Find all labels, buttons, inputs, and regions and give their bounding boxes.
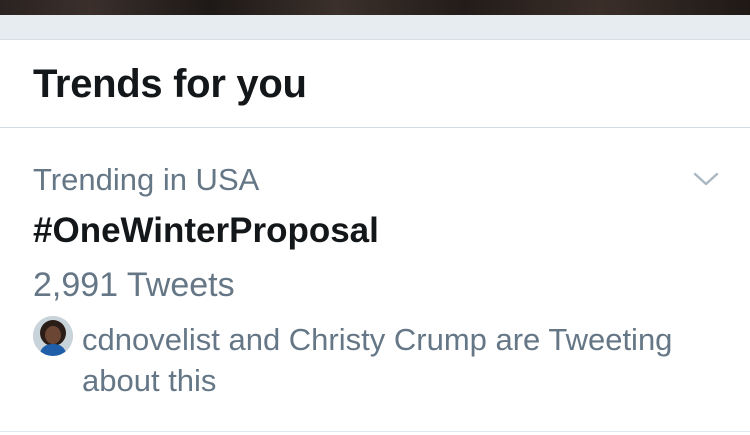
social-context: cdnovelist and Christy Crump are Tweetin…: [82, 322, 673, 398]
section-title: Trends for you: [33, 62, 307, 106]
tweet-count: 2,991 Tweets: [33, 266, 235, 304]
section-divider: [0, 15, 750, 40]
trends-header: Trends for you: [0, 40, 750, 128]
trend-hashtag[interactable]: #OneWinterProposal: [33, 211, 379, 251]
trend-context: Trending in USA: [33, 162, 260, 197]
trend-item[interactable]: Trending in USA #OneWinterProposal 2,991…: [0, 129, 750, 432]
trends-screen: Trends for you Trending in USA #OneWinte…: [0, 0, 750, 435]
avatar: [33, 316, 73, 356]
avatar-image: [33, 316, 73, 356]
cropped-media-image: [0, 0, 750, 15]
chevron-down-icon[interactable]: [691, 169, 721, 189]
